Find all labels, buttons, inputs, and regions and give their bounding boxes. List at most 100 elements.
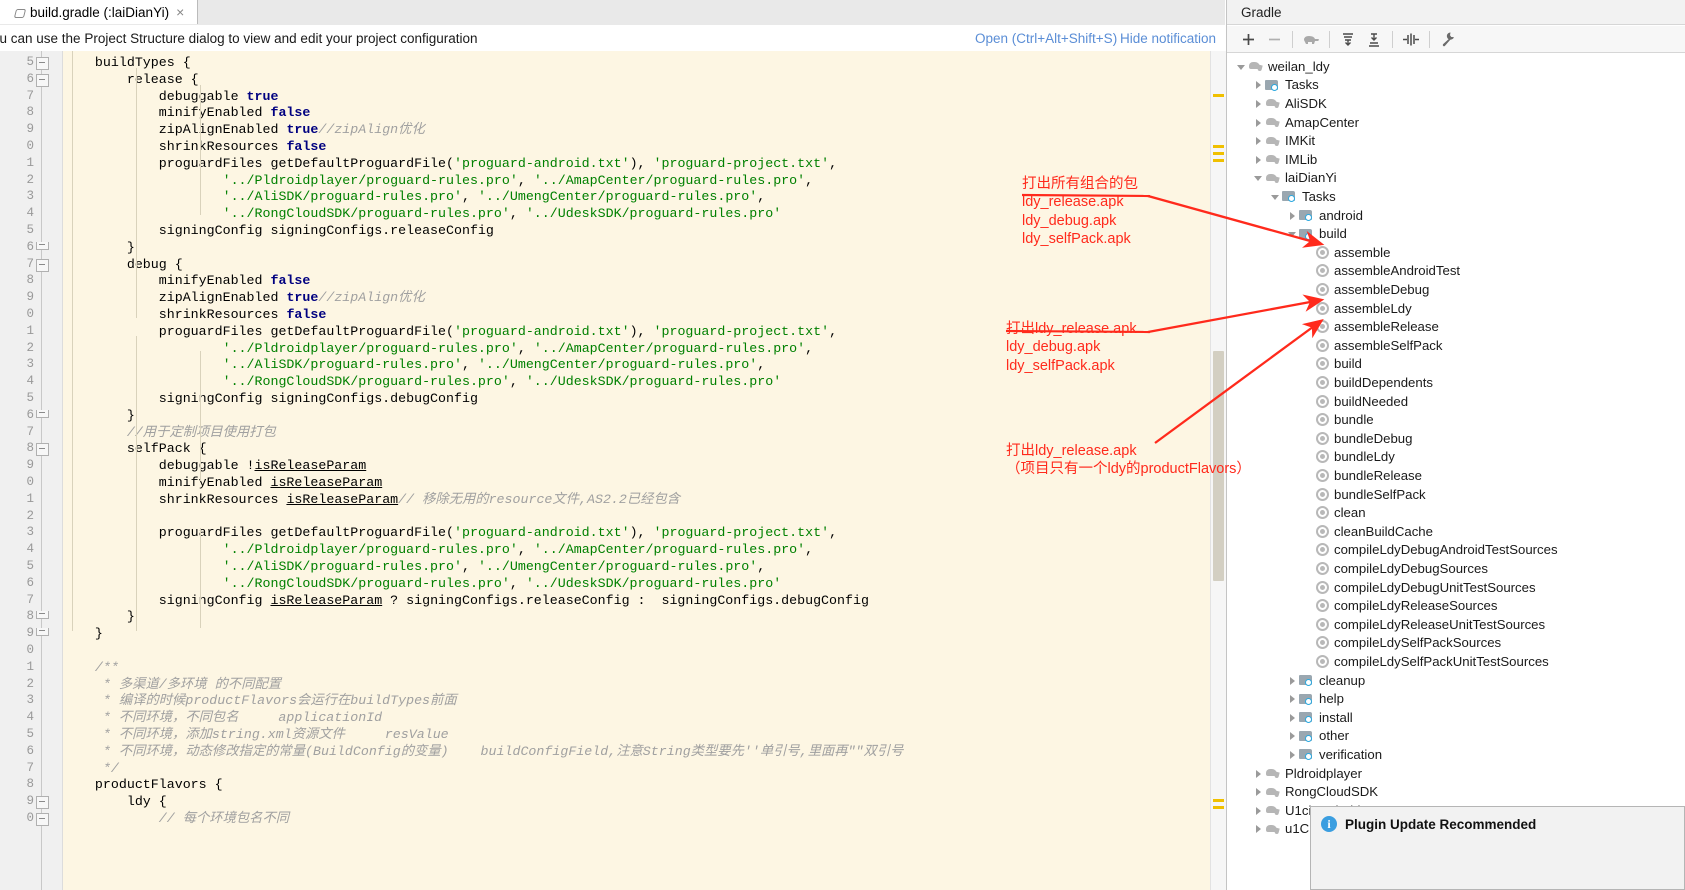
chevron-right-icon[interactable]: [1286, 729, 1299, 742]
chevron-right-icon[interactable]: [1286, 692, 1299, 705]
gradle-tree-node[interactable]: build: [1286, 224, 1347, 243]
gradle-tree-node[interactable]: buildDependents: [1303, 373, 1433, 392]
chevron-right-icon[interactable]: [1252, 767, 1265, 780]
fold-toggle-icon[interactable]: [36, 258, 49, 272]
line-number: 7: [26, 592, 34, 607]
gradle-task-tree[interactable]: weilan_ldy Tasks AliSDK AmapCenter IMKit IMLi…: [1227, 54, 1685, 890]
chevron-right-icon[interactable]: [1286, 674, 1299, 687]
chevron-right-icon[interactable]: [1286, 209, 1299, 222]
close-icon[interactable]: ×: [176, 5, 184, 19]
hide-notification-link[interactable]: Hide notification: [1120, 31, 1216, 46]
code-line: shrinkResources false: [63, 307, 327, 322]
warning-marker[interactable]: [1213, 806, 1224, 809]
gradle-tree-node[interactable]: bundleRelease: [1303, 466, 1422, 485]
gradle-tree-node[interactable]: compileLdyDebugSources: [1303, 559, 1488, 578]
expand-all-button[interactable]: [1335, 28, 1361, 51]
gradle-tree-node[interactable]: Tasks: [1269, 187, 1336, 206]
gradle-tree-node[interactable]: compileLdyDebugAndroidTestSources: [1303, 541, 1558, 560]
warning-marker[interactable]: [1213, 94, 1224, 97]
warning-marker[interactable]: [1213, 152, 1224, 155]
gradle-tree-node[interactable]: IMLib: [1252, 150, 1317, 169]
gradle-tree-node-label: bundleRelease: [1334, 467, 1422, 483]
gradle-tree-node[interactable]: compileLdyReleaseSources: [1303, 596, 1497, 615]
gradle-tree-node[interactable]: AliSDK: [1252, 94, 1327, 113]
gradle-tree-node[interactable]: weilan_ldy: [1235, 57, 1330, 76]
chevron-down-icon[interactable]: [1286, 227, 1299, 240]
editor-gutter[interactable]: 5 6 7 8 9 0 1 2 3 4 5 6 7 8 9 0 1 2 3 4 5 6 7 8 9 0 1 2 3 4 5 6 7 8 9 0 1 2 3 4…: [0, 51, 63, 890]
gradle-tree-node[interactable]: buildNeeded: [1303, 392, 1408, 411]
gradle-tree-node[interactable]: other: [1286, 727, 1349, 746]
chevron-right-icon[interactable]: [1286, 748, 1299, 761]
refresh-gradle-project-button[interactable]: [1298, 28, 1324, 51]
fold-toggle-icon[interactable]: [36, 628, 49, 637]
fold-toggle-icon[interactable]: [36, 241, 49, 250]
warning-marker[interactable]: [1213, 799, 1224, 802]
chevron-down-icon[interactable]: [1269, 190, 1282, 203]
gradle-tree-node[interactable]: compileLdyReleaseUnitTestSources: [1303, 615, 1545, 634]
gradle-tree-node[interactable]: RongCloudSDK: [1252, 782, 1378, 801]
gradle-tree-node[interactable]: bundle: [1303, 410, 1374, 429]
gradle-tree-node[interactable]: assembleSelfPack: [1303, 336, 1442, 355]
gradle-tree-node[interactable]: compileLdySelfPackSources: [1303, 634, 1501, 653]
gradle-tree-node[interactable]: assembleAndroidTest: [1303, 262, 1460, 281]
gradle-tree-node[interactable]: build: [1303, 355, 1362, 374]
fold-toggle-icon[interactable]: [36, 409, 49, 418]
line-number: 9: [26, 626, 34, 641]
gradle-tree-node[interactable]: clean: [1303, 503, 1366, 522]
chevron-right-icon[interactable]: [1252, 78, 1265, 91]
gradle-tree-node[interactable]: bundleDebug: [1303, 429, 1412, 448]
task-folder-icon: [1265, 78, 1280, 92]
add-button[interactable]: [1235, 28, 1261, 51]
fold-toggle-icon[interactable]: [36, 611, 49, 620]
chevron-right-icon[interactable]: [1252, 97, 1265, 110]
gradle-tree-node[interactable]: assembleDebug: [1303, 280, 1429, 299]
chevron-down-icon[interactable]: [1235, 60, 1248, 73]
gradle-tree-node[interactable]: AmapCenter: [1252, 113, 1359, 132]
gradle-tree-node[interactable]: assembleLdy: [1303, 299, 1412, 318]
chevron-down-icon[interactable]: [1252, 171, 1265, 184]
chevron-right-icon[interactable]: [1252, 804, 1265, 817]
gradle-tree-node[interactable]: laiDianYi: [1252, 169, 1337, 188]
chevron-right-icon[interactable]: [1252, 822, 1265, 835]
gradle-tree-node[interactable]: cleanBuildCache: [1303, 522, 1433, 541]
chevron-right-icon[interactable]: [1252, 116, 1265, 129]
gradle-tree-node[interactable]: compileLdySelfPackUnitTestSources: [1303, 652, 1549, 671]
gradle-tree-node[interactable]: help: [1286, 689, 1344, 708]
gradle-tree-node[interactable]: assemble: [1303, 243, 1390, 262]
chevron-right-icon[interactable]: [1286, 711, 1299, 724]
chevron-right-icon[interactable]: [1252, 134, 1265, 147]
fold-toggle-icon[interactable]: [36, 73, 49, 87]
gradle-tree-node[interactable]: verification: [1286, 745, 1382, 764]
remove-button[interactable]: [1261, 28, 1287, 51]
toggle-offline-mode-button[interactable]: [1398, 28, 1424, 51]
gradle-tree-node[interactable]: Pldroidplayer: [1252, 764, 1362, 783]
editor-tab-build-gradle[interactable]: build.gradle (:laiDianYi) ×: [0, 0, 198, 24]
fold-toggle-icon[interactable]: [36, 796, 49, 810]
gradle-tree-node[interactable]: cleanup: [1286, 671, 1365, 690]
gradle-tree-node-label: bundleDebug: [1334, 430, 1413, 446]
gradle-task-gear-icon: [1316, 487, 1329, 501]
gradle-tree-node[interactable]: compileLdyDebugUnitTestSources: [1303, 578, 1536, 597]
chevron-right-icon[interactable]: [1252, 785, 1265, 798]
gradle-tree-node[interactable]: bundleSelfPack: [1303, 485, 1426, 504]
chevron-right-icon[interactable]: [1252, 153, 1265, 166]
code-line: minifyEnabled isReleaseParam: [63, 475, 383, 490]
gradle-tree-node[interactable]: Tasks: [1252, 76, 1319, 95]
fold-toggle-icon[interactable]: [36, 813, 49, 826]
warning-marker[interactable]: [1213, 145, 1224, 148]
open-project-structure-link[interactable]: Open (Ctrl+Alt+Shift+S): [975, 31, 1117, 46]
gradle-tree-node[interactable]: bundleLdy: [1303, 448, 1395, 467]
gradle-tree-node[interactable]: IMKit: [1252, 131, 1315, 150]
fold-toggle-icon[interactable]: [36, 57, 49, 70]
warning-marker[interactable]: [1213, 159, 1224, 162]
gradle-tree-node[interactable]: android: [1286, 206, 1363, 225]
gradle-settings-button[interactable]: [1435, 28, 1461, 51]
plugin-update-popup[interactable]: i Plugin Update Recommended: [1310, 806, 1685, 890]
gradle-tree-node[interactable]: assembleRelease: [1303, 317, 1439, 336]
collapse-all-button[interactable]: [1361, 28, 1387, 51]
fold-toggle-icon[interactable]: [36, 443, 49, 457]
gradle-tree-node[interactable]: install: [1286, 708, 1353, 727]
gradle-tree-node[interactable]: u1Ci: [1252, 820, 1312, 839]
